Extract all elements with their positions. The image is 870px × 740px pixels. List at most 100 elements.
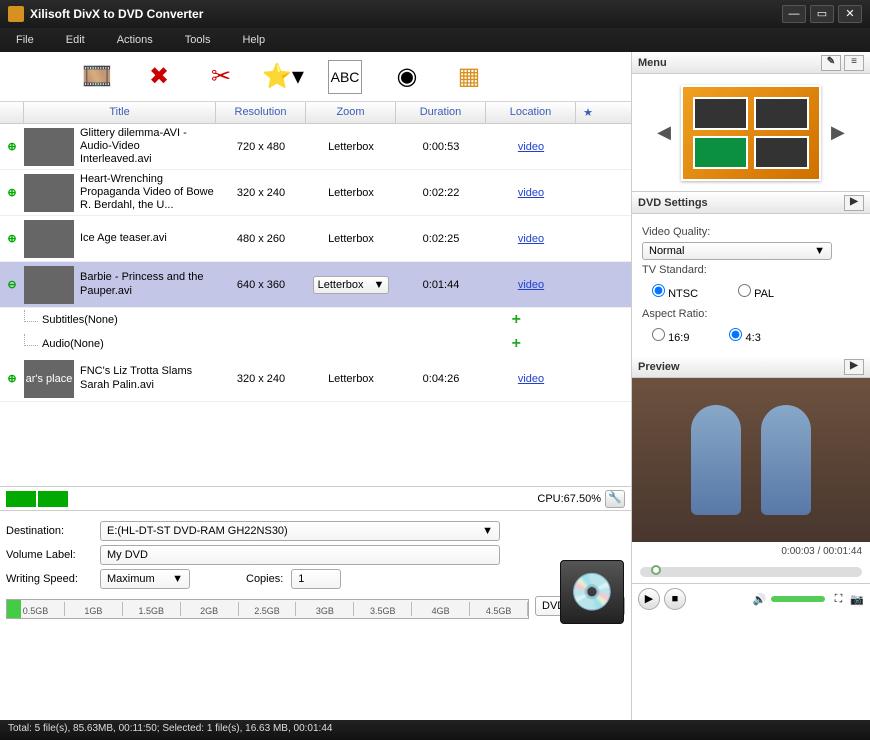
- row-title: Barbie - Princess and the Pauper.avi: [78, 269, 216, 299]
- menu-list-button[interactable]: ≡: [844, 55, 864, 71]
- menu-template-thumb[interactable]: [681, 85, 821, 181]
- effects-button[interactable]: ⭐▾: [266, 60, 300, 94]
- row-duration: 0:00:53: [396, 141, 486, 153]
- chevron-down-icon: ▼: [482, 525, 493, 537]
- chevron-down-icon: ▼: [172, 573, 183, 585]
- menu-edit[interactable]: Edit: [58, 30, 109, 50]
- expand-icon[interactable]: ⊕: [0, 140, 24, 153]
- table-row[interactable]: ⊕ Glittery dilemma-AVI - Audio-Video Int…: [0, 124, 631, 170]
- row-location: video: [486, 141, 576, 153]
- cut-button[interactable]: ✂: [204, 60, 238, 94]
- video-link[interactable]: video: [518, 373, 544, 385]
- col-resolution[interactable]: Resolution: [216, 102, 306, 123]
- output-panel: Destination: E:(HL-DT-ST DVD-RAM GH22NS3…: [0, 510, 631, 625]
- edit-menu-button[interactable]: ✎: [821, 55, 841, 71]
- row-zoom: Letterbox: [306, 141, 396, 153]
- menu-file[interactable]: File: [8, 30, 58, 50]
- thumbnail: [24, 128, 74, 166]
- statusbar: Total: 5 file(s), 85.63MB, 00:11:50; Sel…: [0, 720, 870, 740]
- table-row[interactable]: ⊖ Barbie - Princess and the Pauper.avi 6…: [0, 262, 631, 308]
- chevron-down-icon: ▼: [814, 245, 825, 257]
- dvd-settings-header: DVD Settings ▶: [632, 192, 870, 214]
- preview-expand-button[interactable]: ▶: [844, 359, 864, 375]
- copies-label: Copies:: [246, 573, 283, 585]
- prev-template-button[interactable]: ◀: [653, 118, 675, 147]
- volume-slider[interactable]: [771, 596, 825, 602]
- add-audio-button[interactable]: +: [512, 335, 521, 353]
- snapshot-button[interactable]: 📷: [850, 593, 864, 606]
- app-logo-icon: [8, 6, 24, 22]
- fullscreen-button[interactable]: ⛶: [835, 593, 843, 606]
- play-button[interactable]: ▶: [638, 588, 660, 610]
- add-file-button[interactable]: 🎞️: [80, 60, 114, 94]
- volume-icon[interactable]: 🔊: [753, 593, 767, 606]
- collapse-icon[interactable]: ⊖: [0, 278, 24, 291]
- cpu-settings-button[interactable]: 🔧: [605, 490, 625, 508]
- col-title[interactable]: Title: [24, 102, 216, 123]
- col-star[interactable]: ★: [576, 102, 600, 123]
- menu-template-preview: ◀ ▶: [632, 74, 870, 192]
- delete-button[interactable]: ✖: [142, 60, 176, 94]
- chevron-down-icon: ▼: [373, 279, 384, 291]
- video-link[interactable]: video: [518, 187, 544, 199]
- app-title: Xilisoft DivX to DVD Converter: [30, 7, 778, 21]
- table-row[interactable]: ⊕ ar's place FNC's Liz Trotta Slams Sara…: [0, 356, 631, 402]
- table-row[interactable]: ⊕ Heart-Wrenching Propaganda Video of Bo…: [0, 170, 631, 216]
- file-list: ⊕ Glittery dilemma-AVI - Audio-Video Int…: [0, 124, 631, 402]
- preview-header: Preview ▶: [632, 356, 870, 378]
- writing-speed-label: Writing Speed:: [6, 573, 92, 585]
- ar-43-radio[interactable]: 4:3: [729, 328, 760, 344]
- seek-bar[interactable]: [640, 567, 862, 577]
- next-template-button[interactable]: ▶: [827, 118, 849, 147]
- burn-button[interactable]: 💿: [560, 560, 624, 624]
- pal-radio[interactable]: PAL: [738, 284, 774, 300]
- titlebar: Xilisoft DivX to DVD Converter — ▭ ✕: [0, 0, 870, 28]
- copies-input[interactable]: [291, 569, 341, 589]
- stop-button[interactable]: ■: [664, 588, 686, 610]
- cpu-label: CPU:67.50%: [537, 493, 601, 505]
- toolbar: 🎞️ ✖ ✂ ⭐▾ ABC ◉ ▦: [0, 52, 631, 102]
- writing-speed-select[interactable]: Maximum▼: [100, 569, 190, 589]
- row-title: FNC's Liz Trotta Slams Sarah Palin.avi: [78, 363, 216, 393]
- cpu-graph-icon: [38, 491, 68, 507]
- minimize-button[interactable]: —: [782, 5, 806, 23]
- audio-row: Audio(None) +: [0, 332, 631, 356]
- table-row[interactable]: ⊕ Ice Age teaser.avi 480 x 260 Letterbox…: [0, 216, 631, 262]
- seek-knob[interactable]: [651, 565, 661, 575]
- video-link[interactable]: video: [518, 233, 544, 245]
- video-quality-label: Video Quality:: [642, 226, 860, 238]
- maximize-button[interactable]: ▭: [810, 5, 834, 23]
- col-duration[interactable]: Duration: [396, 102, 486, 123]
- thumbnail: [24, 174, 74, 212]
- destination-select[interactable]: E:(HL-DT-ST DVD-RAM GH22NS30)▼: [100, 521, 500, 541]
- volume-label-input[interactable]: [100, 545, 500, 565]
- menu-actions[interactable]: Actions: [109, 30, 177, 50]
- subtitle-button[interactable]: ABC: [328, 60, 362, 94]
- list-button[interactable]: ▦: [452, 60, 486, 94]
- subtitle-row: Subtitles(None) +: [0, 308, 631, 332]
- menu-panel-header: Menu ✎ ≡: [632, 52, 870, 74]
- record-button[interactable]: ◉: [390, 60, 424, 94]
- ar-169-radio[interactable]: 16:9: [652, 328, 689, 344]
- settings-expand-button[interactable]: ▶: [844, 195, 864, 211]
- close-button[interactable]: ✕: [838, 5, 862, 23]
- disc-gauge: 0.5GB 1GB 1.5GB 2GB 2.5GB 3GB 3.5GB 4GB …: [6, 599, 529, 619]
- menu-tools[interactable]: Tools: [177, 30, 235, 50]
- row-title: Glittery dilemma-AVI - Audio-Video Inter…: [78, 125, 216, 169]
- ntsc-radio[interactable]: NTSC: [652, 284, 698, 300]
- col-zoom[interactable]: Zoom: [306, 102, 396, 123]
- thumbnail: [24, 266, 74, 304]
- thumbnail: ar's place: [24, 360, 74, 398]
- expand-icon[interactable]: ⊕: [0, 372, 24, 385]
- video-link[interactable]: video: [518, 141, 544, 153]
- expand-icon[interactable]: ⊕: [0, 186, 24, 199]
- expand-icon[interactable]: ⊕: [0, 232, 24, 245]
- menu-help[interactable]: Help: [234, 30, 289, 50]
- thumbnail: [24, 220, 74, 258]
- col-location[interactable]: Location: [486, 102, 576, 123]
- add-subtitle-button[interactable]: +: [512, 311, 521, 329]
- video-quality-select[interactable]: Normal▼: [642, 242, 832, 260]
- video-link[interactable]: video: [518, 279, 544, 291]
- zoom-dropdown[interactable]: Letterbox▼: [313, 276, 390, 294]
- row-title: Ice Age teaser.avi: [78, 230, 216, 247]
